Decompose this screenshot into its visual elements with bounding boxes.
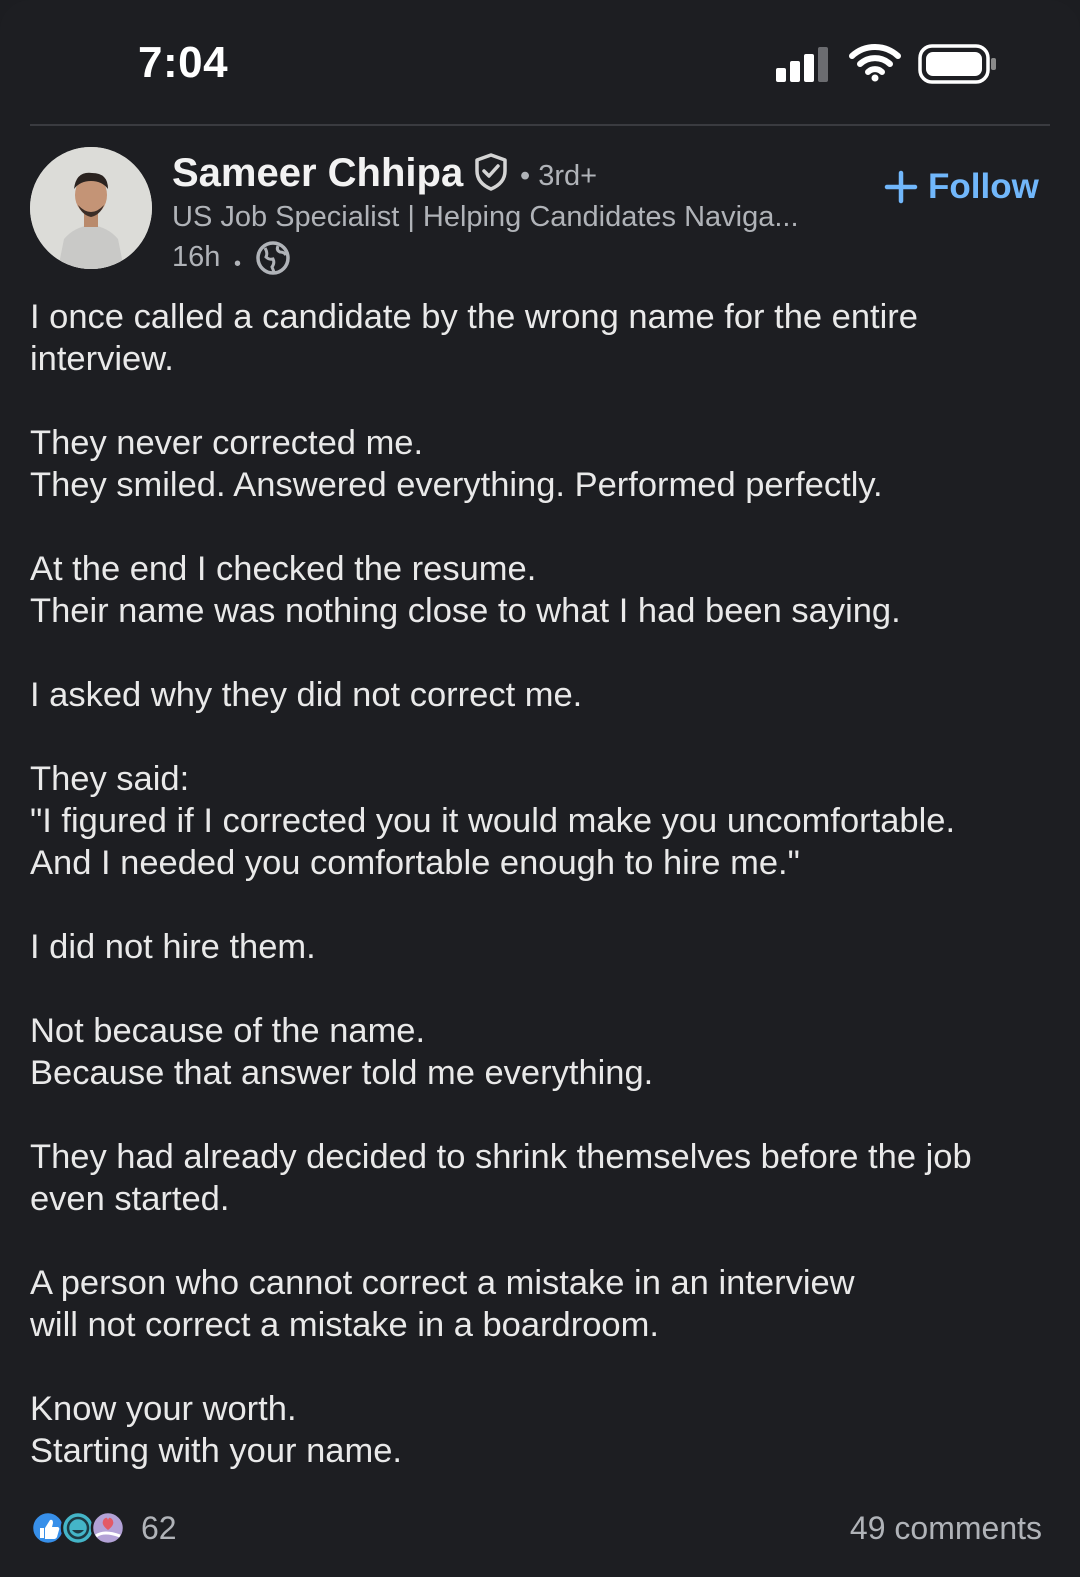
- post-paragraph: They had already decided to shrink thems…: [30, 1136, 1055, 1220]
- comments-count[interactable]: 49 comments: [850, 1510, 1042, 1547]
- post-line: I once called a candidate by the wrong n…: [30, 298, 918, 336]
- post-paragraph: Not because of the name. Because that ans…: [30, 1010, 1055, 1094]
- post-paragraph: I once called a candidate by the wrong n…: [30, 296, 1055, 380]
- post-meta: 16h •: [172, 241, 290, 275]
- author-headline: US Job Specialist | Helping Candidates N…: [172, 201, 799, 233]
- post-body: I once called a candidate by the wrong n…: [30, 296, 1055, 1514]
- post-paragraph: A person who cannot correct a mistake in…: [30, 1262, 1055, 1346]
- post-line: Because that answer told me everything.: [30, 1054, 654, 1092]
- post-line: They smiled. Answered everything. Perfor…: [30, 466, 883, 504]
- post-line: They said:: [30, 760, 190, 798]
- status-bar: 7:04: [0, 0, 1080, 125]
- post-age: 16h: [172, 241, 221, 273]
- avatar-photo: [30, 147, 152, 269]
- post-paragraph: I asked why they did not correct me.: [30, 674, 1055, 716]
- support-icon: [90, 1510, 126, 1546]
- post-paragraph: Know your worth. Starting with your name.: [30, 1388, 1055, 1472]
- post-line: Their name was nothing close to what I h…: [30, 592, 901, 630]
- funny-icon: [60, 1510, 96, 1546]
- post-line: Know your worth.: [30, 1390, 297, 1428]
- phone-screen: 7:04 Sameer Chhipa • 3rd+ US Job Special…: [0, 0, 1080, 1577]
- post-line: At the end I checked the resume.: [30, 550, 537, 588]
- follow-button[interactable]: Follow: [884, 163, 1039, 211]
- post-line: They never corrected me.: [30, 424, 424, 462]
- post-line: "I figured if I corrected you it would m…: [30, 802, 956, 840]
- post-paragraph: They said: "I figured if I corrected you …: [30, 758, 1055, 884]
- reaction-count[interactable]: 62: [141, 1510, 177, 1547]
- post-line: interview.: [30, 340, 174, 378]
- post-line: Not because of the name.: [30, 1012, 426, 1050]
- avatar[interactable]: [30, 147, 152, 269]
- divider: [30, 124, 1050, 126]
- post-line: will not correct a mistake in a boardroo…: [30, 1306, 659, 1344]
- author-name[interactable]: Sameer Chhipa: [172, 151, 463, 196]
- reaction-icons[interactable]: [30, 1508, 130, 1548]
- post-paragraph: At the end I checked the resume. Their na…: [30, 548, 1055, 632]
- wifi-icon: [849, 44, 901, 82]
- post-line: They had already decided to shrink thems…: [30, 1138, 972, 1176]
- meta-dot: •: [234, 253, 242, 275]
- globe-icon: [256, 241, 290, 275]
- post-paragraph: I did not hire them.: [30, 926, 1055, 968]
- follow-label: Follow: [928, 167, 1039, 206]
- signal-icon: [776, 46, 830, 82]
- like-icon: [30, 1510, 66, 1546]
- post-line: I did not hire them.: [30, 928, 316, 966]
- post-line: A person who cannot correct a mistake in…: [30, 1264, 855, 1302]
- connection-degree: • 3rd+: [520, 160, 598, 192]
- plus-icon: [884, 170, 918, 204]
- post-paragraph: They never corrected me. They smiled. Ans…: [30, 422, 1055, 506]
- post-line: I asked why they did not correct me.: [30, 676, 583, 714]
- battery-icon: [918, 44, 996, 84]
- post-line: Starting with your name.: [30, 1432, 403, 1470]
- post-line: even started.: [30, 1180, 230, 1218]
- post-line: And I needed you comfortable enough to h…: [30, 844, 800, 882]
- verified-shield-icon: [475, 153, 507, 191]
- status-time: 7:04: [138, 38, 229, 87]
